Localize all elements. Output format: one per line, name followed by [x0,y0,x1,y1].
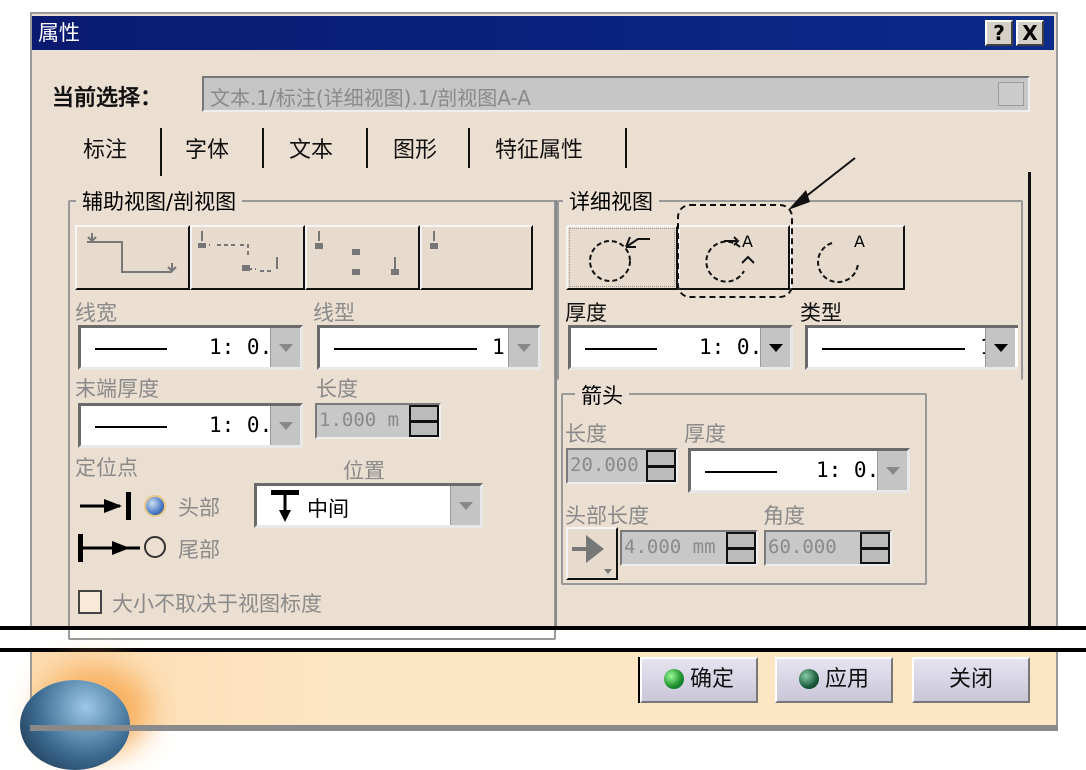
circle-arrow-icon [589,236,650,282]
panel-border [1028,172,1031,628]
help-button[interactable]: ? [985,20,1013,46]
type-combo-clip: 1 [805,325,1018,372]
detail-circle-arrow-button[interactable] [566,225,678,290]
tab-separator [468,128,470,168]
spin-arrows-icon[interactable] [409,405,439,437]
title-bar: 属性 [32,16,1054,50]
thickness-combo[interactable]: 1: 0. [568,325,793,370]
line-type-combo[interactable]: 1 [317,325,541,370]
scale-checkbox-label: 大小不取决于视图标度 [112,592,322,616]
section-profile-aligned-button[interactable] [305,225,420,290]
footer-border [30,725,1058,731]
position-label: 位置 [343,459,385,483]
chevron-down-icon[interactable] [450,486,480,525]
selection-combo[interactable]: 文本.1/标注(详细视图).1/剖视图A-A [202,76,1030,112]
line-width-value: 1: 0. [209,335,273,359]
angle-spinner[interactable]: 60.000 [764,530,892,566]
close-window-button[interactable]: X [1016,20,1044,46]
window-title: 属性 [38,21,80,45]
spin-arrows-icon[interactable] [646,450,676,482]
tab-separator [625,128,627,168]
middle-position-icon [271,490,299,522]
line-type-label: 线型 [313,301,355,325]
offset-section-icon [198,231,278,272]
head-label: 头部 [178,496,220,520]
tab-separator [160,128,162,176]
ok-label: 确定 [689,667,734,692]
apply-button[interactable]: 应用 [775,657,893,703]
tail-anchor-icon [78,534,140,562]
head-length-label: 头部长度 [565,504,649,528]
tail-radio[interactable] [144,536,166,558]
length-value: 1.000 m [319,409,400,431]
chevron-down-icon[interactable] [270,406,300,445]
length-label: 长度 [316,377,358,401]
selection-label: 当前选择： [52,86,163,111]
stepped-section-icon [87,233,177,273]
line-type-value: 1 [492,335,505,359]
anchor-label: 定位点 [75,456,138,480]
chevron-down-icon[interactable] [998,82,1024,106]
aux-group-title: 辅助视图/剖视图 [76,186,243,216]
chevron-down-icon[interactable] [270,328,300,367]
arrow-style-button[interactable] [566,527,618,580]
tab-font[interactable]: 字体 [185,132,229,164]
chevron-down-icon[interactable] [985,328,1015,367]
line-width-label: 线宽 [75,301,117,325]
head-length-value: 4.000 mm [624,536,716,558]
arrow-head-icon [572,535,612,574]
selection-value: 文本.1/标注(详细视图).1/剖视图A-A [210,86,531,110]
tab-graphics[interactable]: 图形 [393,132,437,164]
green-led-icon [798,669,819,689]
spin-arrows-icon[interactable] [860,532,890,564]
arrow-length-label: 长度 [565,422,607,446]
footer-bar [30,652,1058,731]
chevron-down-icon[interactable] [760,328,790,367]
spin-arrows-icon[interactable] [726,532,756,564]
length-spinner[interactable]: 1.000 m [315,403,441,439]
angle-label: 角度 [763,504,805,528]
tab-separator [366,128,368,168]
line-width-combo[interactable]: 1: 0. [78,325,303,370]
tab-separator [262,128,264,168]
tab-annotation[interactable]: 标注 [83,132,127,164]
arrow-thickness-combo[interactable]: 1: 0. [688,448,910,493]
section-profile-single-button[interactable] [420,225,533,290]
arrow-length-spinner[interactable]: 20.000 [566,448,678,484]
arrow-thickness-label: 厚度 [684,422,726,446]
scale-checkbox[interactable] [78,590,102,614]
angle-value: 60.000 [768,536,837,558]
section-profile-offset-button[interactable] [190,225,305,290]
arrow-length-value: 20.000 [570,454,639,476]
chevron-down-icon[interactable] [508,328,538,367]
head-anchor-icon [80,492,131,520]
tab-feature-properties[interactable]: 特征属性 [495,132,583,164]
break-line [0,626,1086,630]
arrow-thickness-value: 1: 0. [816,458,880,482]
tail-label: 尾部 [178,538,220,562]
apply-label: 应用 [824,667,869,692]
close-button[interactable]: 关闭 [912,657,1030,703]
type-combo[interactable]: 1 [805,325,1018,370]
position-combo[interactable]: 中间 [254,483,483,528]
single-arrow-icon [430,231,438,249]
section-profile-stepped-button[interactable] [75,225,190,290]
chevron-down-icon[interactable] [877,451,907,490]
end-thickness-value: 1: 0. [209,413,273,437]
green-led-icon [663,669,684,689]
aligned-section-icon [315,231,399,275]
thickness-label: 厚度 [565,301,607,325]
end-thickness-label: 末端厚度 [75,377,159,401]
arrow-group-title: 箭头 [575,380,629,410]
head-length-spinner[interactable]: 4.000 mm [620,530,758,566]
position-value: 中间 [307,497,349,521]
ok-button[interactable]: 确定 [640,657,758,703]
type-label: 类型 [800,301,842,325]
end-thickness-combo[interactable]: 1: 0. [78,403,303,448]
detail-group-title: 详细视图 [563,186,659,216]
thickness-value: 1: 0. [699,335,763,359]
tab-text[interactable]: 文本 [289,132,333,164]
head-radio[interactable] [144,495,166,517]
annotation-highlight [677,157,856,298]
